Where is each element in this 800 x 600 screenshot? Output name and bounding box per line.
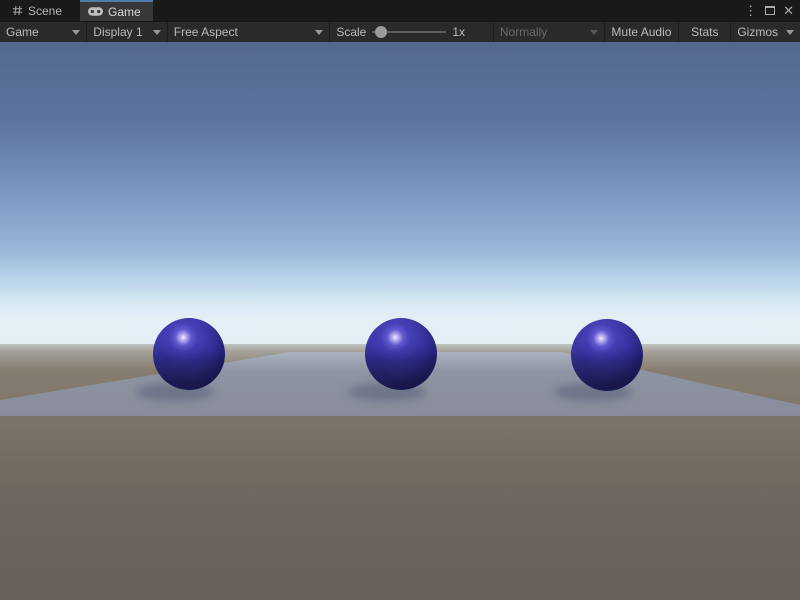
aspect-ratio-label: Free Aspect — [174, 25, 238, 39]
grid-icon — [12, 5, 23, 16]
gizmos-label: Gizmos — [737, 25, 778, 39]
display-popup-label: Display 1 — [93, 25, 142, 39]
stats-label: Stats — [691, 25, 718, 39]
tabbar-spacer — [153, 0, 744, 21]
tab-bar: Scene Game ⋮ ✕ — [0, 0, 800, 21]
stats-button[interactable]: Stats — [679, 22, 731, 42]
scale-slider[interactable] — [372, 25, 446, 39]
camera-popup[interactable]: Game — [0, 22, 87, 42]
aspect-ratio-popup[interactable]: Free Aspect — [168, 22, 331, 42]
kebab-menu-icon[interactable]: ⋮ — [744, 4, 757, 17]
mute-audio-label: Mute Audio — [611, 25, 671, 39]
unity-game-window: Scene Game ⋮ ✕ Game Display 1 — [0, 0, 800, 600]
tab-game-label: Game — [108, 5, 141, 19]
tab-game[interactable]: Game — [80, 0, 153, 21]
game-view-toolbar: Game Display 1 Free Aspect Scale 1x Norm… — [0, 21, 800, 42]
sphere-1 — [153, 318, 225, 390]
close-icon[interactable]: ✕ — [783, 4, 794, 17]
tab-scene[interactable]: Scene — [4, 0, 74, 21]
chevron-down-icon — [72, 30, 80, 35]
scale-value: 1x — [452, 25, 465, 39]
sphere-3 — [571, 319, 643, 391]
chevron-down-icon — [786, 30, 794, 35]
game-viewport[interactable] — [0, 42, 800, 600]
scale-control: Scale 1x — [330, 22, 493, 42]
display-popup[interactable]: Display 1 — [87, 22, 167, 42]
window-controls: ⋮ ✕ — [744, 0, 800, 21]
chevron-down-icon — [315, 30, 323, 35]
sphere-2 — [365, 318, 437, 390]
camera-popup-label: Game — [6, 25, 39, 39]
scale-slider-knob[interactable] — [375, 26, 387, 38]
maximize-icon[interactable] — [765, 4, 775, 17]
chevron-down-icon — [153, 30, 161, 35]
gamepad-icon — [88, 7, 103, 16]
scale-label: Scale — [336, 25, 366, 39]
tab-scene-label: Scene — [28, 4, 62, 18]
chevron-down-icon — [590, 30, 598, 35]
play-mode-label: Normally — [500, 25, 547, 39]
mute-audio-button[interactable]: Mute Audio — [605, 22, 680, 42]
gizmos-popup[interactable]: Gizmos — [731, 22, 800, 42]
maximize-box — [765, 6, 775, 15]
play-mode-popup[interactable]: Normally — [493, 22, 605, 42]
sky-gradient — [0, 42, 800, 345]
